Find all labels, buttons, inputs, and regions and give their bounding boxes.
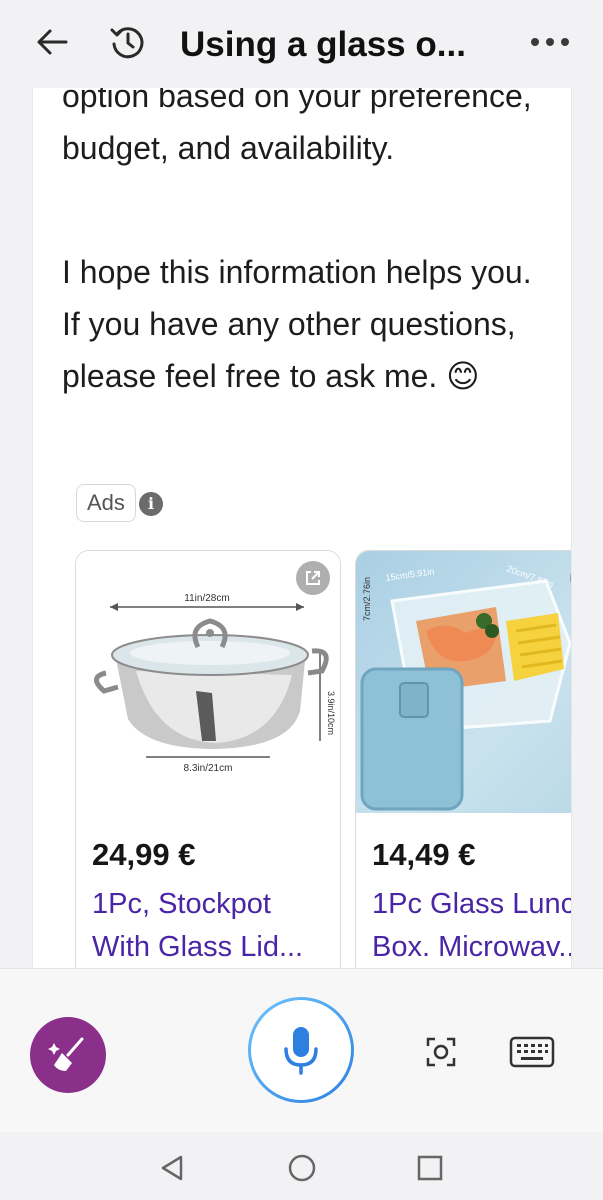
keyboard-icon: [509, 1036, 555, 1068]
dimension-height-label: 7cm/2.76in: [362, 577, 372, 621]
dimension-height-label: 3.9in/10cm: [326, 691, 336, 735]
back-button[interactable]: [28, 18, 76, 66]
response-paragraph: I hope this information helps you. If yo…: [62, 254, 532, 394]
chat-response-card: option based on your preference, budget,…: [32, 80, 572, 968]
system-back-button[interactable]: [154, 1150, 190, 1186]
system-home-button[interactable]: [284, 1150, 320, 1186]
lunch-box-image: 15cm/5.91in 20cm/7.87in 7cm/2.76in: [356, 551, 571, 813]
product-name-line: 1Pc, Stockpot: [92, 888, 271, 920]
system-navigation-bar: [0, 1132, 603, 1200]
keyboard-button[interactable]: [508, 1029, 556, 1075]
info-icon[interactable]: i: [139, 492, 163, 516]
product-card-stockpot[interactable]: 11in/28cm 3.9in/10cm 8.3in/21cm 24,99 € …: [75, 550, 341, 968]
ads-label: Ads: [76, 484, 136, 522]
product-card-lunch-box[interactable]: 15cm/5.91in 20cm/7.87in 7cm/2.76in 14,49…: [355, 550, 572, 968]
product-name-link[interactable]: 1Pc Glass Lunch Box. Microwav...: [372, 883, 572, 968]
product-name-line: Box. Microwav...: [372, 931, 572, 963]
input-toolbar: [0, 968, 603, 1132]
microphone-icon: [284, 1027, 318, 1075]
product-name-line: 1Pc Glass Lunch: [372, 888, 572, 920]
dimension-width-label: 11in/28cm: [184, 593, 229, 604]
more-dots-icon: [531, 38, 569, 46]
history-button[interactable]: [104, 18, 152, 66]
history-icon: [110, 27, 144, 59]
product-price: 14,49 €: [372, 837, 476, 872]
external-link-icon[interactable]: [296, 561, 330, 595]
system-recents-button[interactable]: [412, 1150, 448, 1186]
more-options-button[interactable]: [522, 18, 578, 66]
new-topic-button[interactable]: [30, 1017, 106, 1093]
triangle-back-icon: [161, 1155, 183, 1181]
back-arrow-icon: [37, 29, 68, 55]
top-app-bar: Using a glass o...: [0, 0, 603, 88]
response-paragraph: option based on your preference, budget,…: [62, 80, 532, 166]
page-title: Using a glass o...: [180, 25, 466, 64]
broom-icon: [48, 1037, 84, 1071]
product-name-link[interactable]: 1Pc, Stockpot With Glass Lid...: [92, 883, 328, 968]
square-recents-icon: [417, 1155, 443, 1181]
product-name-line: With Glass Lid...: [92, 931, 304, 963]
product-price: 24,99 €: [92, 837, 196, 872]
dimension-base-label: 8.3in/21cm: [184, 763, 233, 774]
circle-home-icon: [288, 1154, 316, 1182]
dimension-width-label: 15cm/5.91in: [385, 566, 435, 583]
scan-icon: [426, 1037, 456, 1067]
scan-button[interactable]: [418, 1029, 464, 1075]
voice-input-button[interactable]: [248, 997, 354, 1103]
